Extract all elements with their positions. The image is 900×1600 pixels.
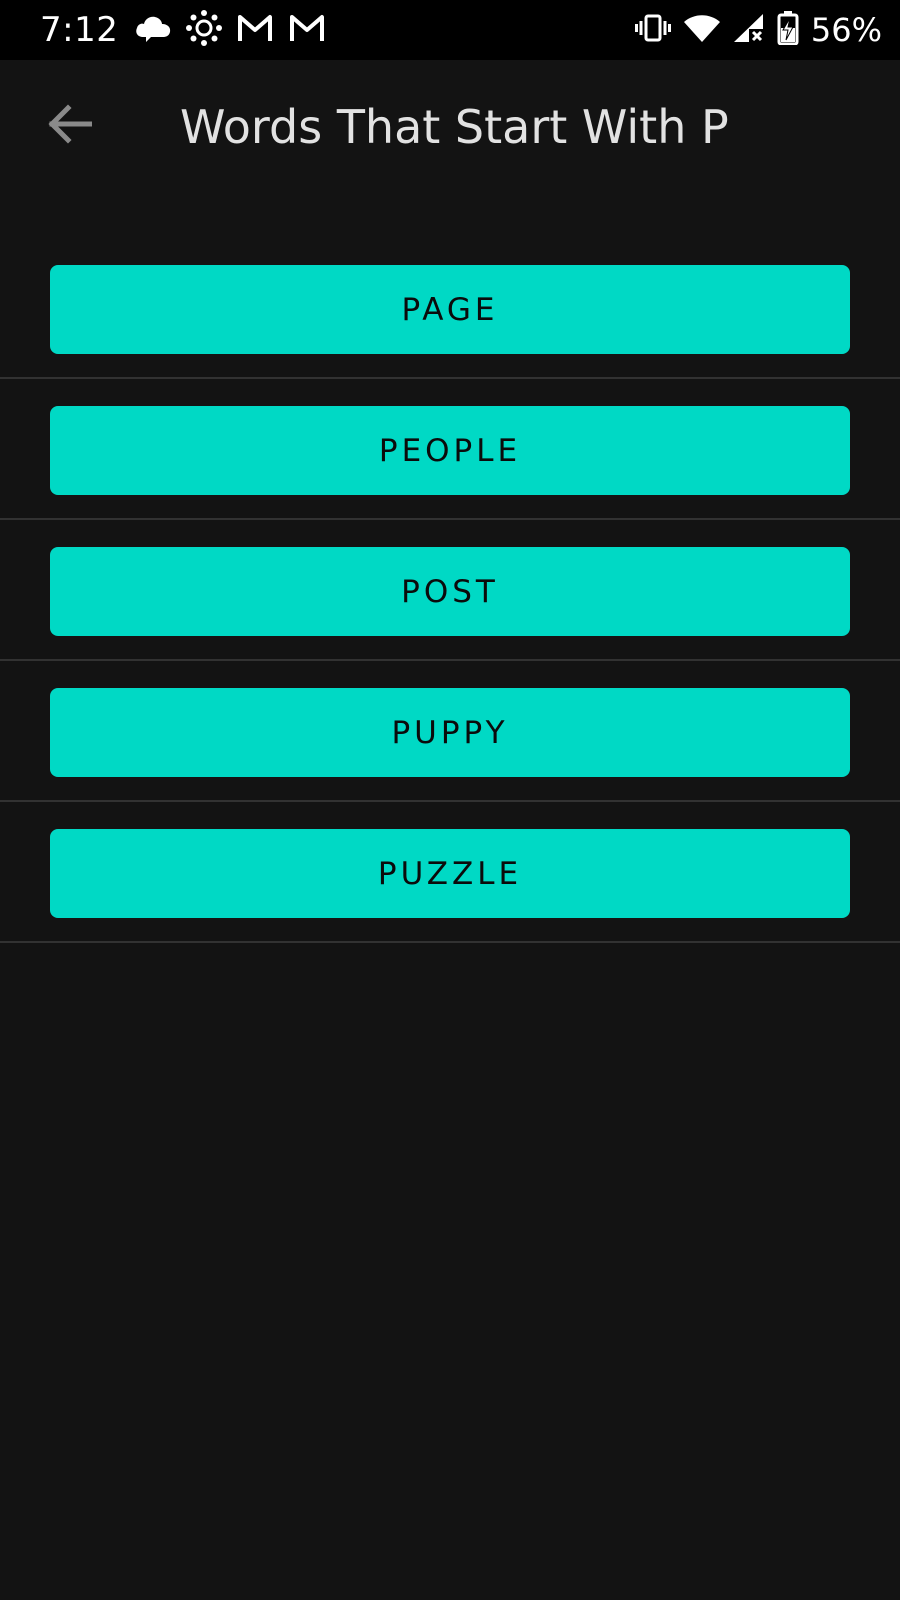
status-bar: 7:12 56% bbox=[0, 0, 900, 60]
notification-icons bbox=[134, 10, 326, 50]
word-list: PAGE PEOPLE POST PUPPY PUZZLE bbox=[0, 238, 900, 943]
wifi-icon bbox=[683, 13, 721, 47]
word-button-post[interactable]: POST bbox=[50, 547, 850, 636]
list-item: PEOPLE bbox=[0, 379, 900, 520]
app-bar: Words That Start With P bbox=[0, 60, 900, 200]
list-item: POST bbox=[0, 520, 900, 661]
arrow-back-icon bbox=[48, 104, 93, 148]
word-button-page[interactable]: PAGE bbox=[50, 265, 850, 354]
vibrate-icon bbox=[634, 13, 671, 47]
back-button[interactable] bbox=[34, 90, 106, 162]
list-item: PAGE bbox=[0, 238, 900, 379]
word-button-puppy[interactable]: PUPPY bbox=[50, 688, 850, 777]
gmail-icon bbox=[236, 13, 274, 47]
status-time: 7:12 bbox=[40, 10, 119, 50]
canvas-icon bbox=[186, 10, 222, 50]
battery-charging-icon bbox=[777, 11, 799, 49]
signal-icon bbox=[733, 13, 765, 47]
battery-percentage: 56% bbox=[810, 11, 882, 49]
gmail-icon bbox=[288, 13, 326, 47]
cloud-icon bbox=[134, 13, 172, 47]
list-item: PUPPY bbox=[0, 661, 900, 802]
page-title: Words That Start With P bbox=[180, 100, 729, 154]
word-button-people[interactable]: PEOPLE bbox=[50, 406, 850, 495]
word-button-puzzle[interactable]: PUZZLE bbox=[50, 829, 850, 918]
list-item: PUZZLE bbox=[0, 802, 900, 943]
system-icons: 56% bbox=[634, 10, 882, 50]
